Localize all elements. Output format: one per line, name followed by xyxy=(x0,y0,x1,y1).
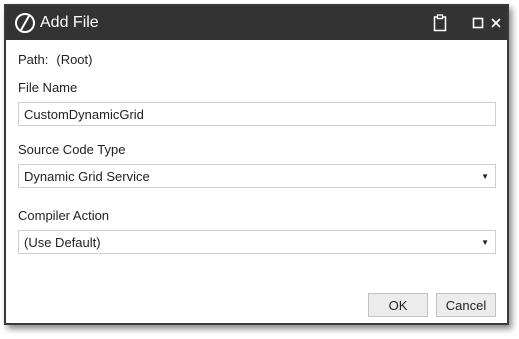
source-code-type-value: Dynamic Grid Service xyxy=(24,168,150,184)
source-code-type-label: Source Code Type xyxy=(18,142,126,157)
compiler-action-value: (Use Default) xyxy=(24,234,101,250)
chevron-down-icon: ▼ xyxy=(481,237,489,247)
clipboard-icon[interactable] xyxy=(431,13,449,33)
file-name-input[interactable] xyxy=(18,102,496,126)
cancel-button[interactable]: Cancel xyxy=(436,293,496,317)
onestream-logo-icon xyxy=(14,12,36,34)
add-file-dialog: Add File Path: (Root) File Name Source Co… xyxy=(4,4,509,325)
dialog-title: Add File xyxy=(40,14,99,31)
path-row: Path: (Root) xyxy=(18,52,92,68)
title-bar[interactable]: Add File xyxy=(6,6,507,40)
source-code-type-select[interactable]: Dynamic Grid Service ▼ xyxy=(18,164,496,188)
chevron-down-icon: ▼ xyxy=(481,171,489,181)
dialog-content: Path: (Root) File Name Source Code Type D… xyxy=(6,40,507,323)
path-value: (Root) xyxy=(56,52,93,67)
ok-button[interactable]: OK xyxy=(368,293,428,317)
compiler-action-label: Compiler Action xyxy=(18,208,110,223)
close-icon[interactable] xyxy=(487,13,505,33)
maximize-icon[interactable] xyxy=(469,13,487,33)
path-label: Path: xyxy=(18,52,49,67)
file-name-label: File Name xyxy=(18,80,78,95)
compiler-action-select[interactable]: (Use Default) ▼ xyxy=(18,230,496,254)
